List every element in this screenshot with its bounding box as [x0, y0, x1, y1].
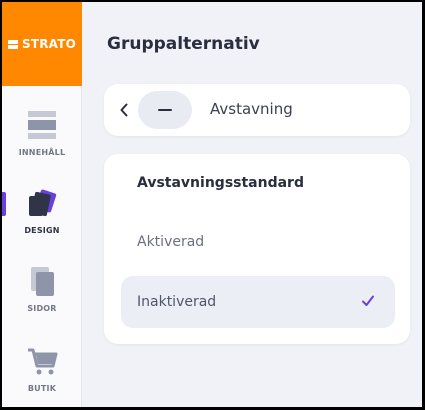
hyphenation-label: Avstavning [210, 100, 293, 118]
sidebar-item-label: INNEHÅLL [18, 148, 66, 157]
shopping-cart-icon [25, 344, 59, 378]
sidebar-item-label: DESIGN [24, 226, 60, 235]
sidebar-item-content[interactable]: INNEHÅLL [2, 106, 82, 176]
sidebar-item-label: BUTIK [27, 384, 57, 393]
strato-logo-icon [7, 39, 18, 49]
page-title: Gruppalternativ [107, 34, 260, 54]
checkmark-icon [362, 295, 374, 306]
option-enabled[interactable]: Aktiverad [121, 216, 395, 268]
strato-logo[interactable]: STRATO [2, 2, 82, 86]
hyphenation-header: Avstavning [104, 84, 410, 136]
sidebar-item-pages[interactable]: SIDOR [2, 262, 82, 332]
option-label: Aktiverad [137, 234, 205, 250]
back-button[interactable] [117, 99, 131, 121]
pages-icon [25, 264, 59, 298]
sidebar-item-label: SIDOR [27, 304, 57, 313]
chevron-left-icon [120, 103, 128, 117]
hyphenation-toggle-pill[interactable] [138, 91, 192, 129]
design-swatch-icon [25, 186, 59, 220]
sidebar-item-design[interactable]: DESIGN [2, 184, 82, 254]
app-frame: STRATO INNEHÅLL DESIGN SIDOR BUTIK Grupp… [2, 2, 422, 407]
sidebar: STRATO INNEHÅLL DESIGN SIDOR BUTIK [2, 2, 82, 407]
option-disabled[interactable]: Inaktiverad [121, 276, 395, 328]
minus-icon [158, 109, 172, 111]
content-blocks-icon [25, 108, 59, 142]
option-label: Inaktiverad [137, 294, 217, 310]
card-title: Avstavningsstandard [137, 175, 304, 191]
hyphenation-default-card: Avstavningsstandard Aktiverad Inaktivera… [104, 154, 410, 344]
logo-text: STRATO [21, 37, 76, 51]
sidebar-item-shop[interactable]: BUTIK [2, 342, 82, 407]
